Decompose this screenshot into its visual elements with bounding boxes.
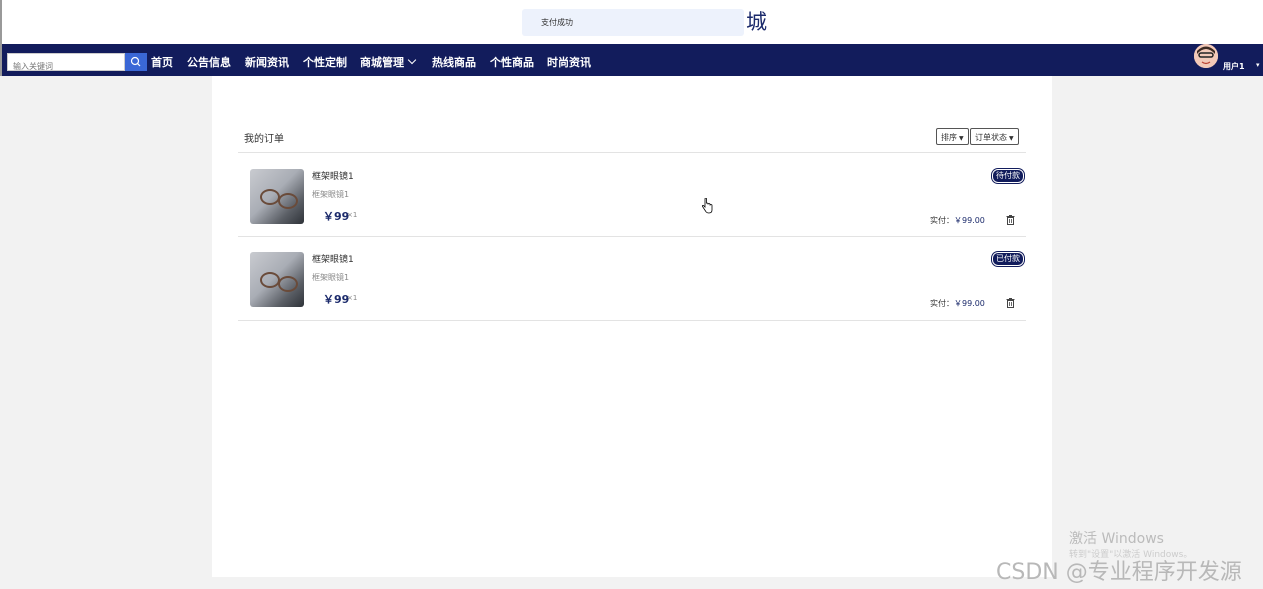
user-avatar-icon <box>1194 44 1218 68</box>
order-status-dropdown-label: 订单状态 <box>975 133 1007 142</box>
product-image[interactable] <box>250 252 304 307</box>
paid-label: 实付： <box>930 216 954 225</box>
nav-item-news[interactable]: 新闻资讯 <box>245 54 289 70</box>
paid-amount: 实付：￥99.00 <box>930 215 985 226</box>
product-quantity: ×1 <box>347 211 358 219</box>
order-status-dropdown[interactable]: 订单状态 ▼ <box>970 128 1019 145</box>
nav-item-hot-products[interactable]: 热线商品 <box>432 54 476 70</box>
windows-activation-title: 激活 Windows <box>1069 531 1164 547</box>
search-button[interactable] <box>125 53 147 71</box>
chevron-down-icon <box>407 55 417 65</box>
nav-item-announcements[interactable]: 公告信息 <box>187 54 231 70</box>
toast-message: 支付成功 <box>541 18 573 27</box>
product-description: 框架眼镜1 <box>312 273 350 282</box>
nav-item-mall-management-label: 商城管理 <box>360 56 404 69</box>
hand-cursor-icon <box>701 198 713 214</box>
product-name[interactable]: 框架眼镜1 <box>312 252 354 265</box>
search-input[interactable] <box>13 59 123 74</box>
page-title: 我的订单 <box>244 134 284 145</box>
caret-down-icon: ▼ <box>959 135 964 142</box>
product-image[interactable] <box>250 169 304 224</box>
nav-item-home[interactable]: 首页 <box>151 54 173 70</box>
search-icon <box>130 56 141 67</box>
success-toast: 支付成功 <box>522 9 744 36</box>
product-price: ￥99 <box>323 293 350 306</box>
search-box <box>7 53 125 74</box>
nav-item-customize[interactable]: 个性定制 <box>303 54 347 70</box>
trash-icon[interactable] <box>1006 298 1015 308</box>
sort-dropdown-label: 排序 <box>941 133 957 142</box>
product-quantity: ×1 <box>347 294 358 302</box>
glasses-lens-shape <box>278 193 298 209</box>
divider <box>238 320 1026 321</box>
top-header: 支付成功 城 <box>0 0 1263 44</box>
glasses-lens-shape <box>260 189 280 205</box>
product-description: 框架眼镜1 <box>312 190 350 199</box>
paid-value: ￥99.00 <box>954 216 985 225</box>
sort-dropdown[interactable]: 排序 ▼ <box>936 128 969 145</box>
glasses-lens-shape <box>260 272 280 288</box>
user-menu-caret-icon[interactable]: ▾ <box>1256 61 1260 69</box>
status-badge: 待付款 <box>992 169 1024 183</box>
product-name[interactable]: 框架眼镜1 <box>312 169 354 182</box>
paid-value: ￥99.00 <box>954 299 985 308</box>
paid-label: 实付： <box>930 299 954 308</box>
paid-amount: 实付：￥99.00 <box>930 298 985 309</box>
divider <box>238 236 1026 237</box>
username[interactable]: 用户1 <box>1223 61 1245 72</box>
csdn-watermark: CSDN @专业程序开发源 <box>996 560 1242 585</box>
main-nav: 首页 公告信息 新闻资讯 个性定制 商城管理 热线商品 个性商品 时尚资讯 <box>0 44 1263 76</box>
divider <box>238 152 1026 153</box>
nav-item-personal-products[interactable]: 个性商品 <box>490 54 534 70</box>
nav-item-mall-management[interactable]: 商城管理 <box>360 54 417 70</box>
glasses-lens-shape <box>278 276 298 292</box>
status-badge: 已付款 <box>992 252 1024 266</box>
site-title: 城 <box>746 10 767 34</box>
caret-down-icon: ▼ <box>1009 135 1014 142</box>
trash-icon[interactable] <box>1006 215 1015 225</box>
avatar[interactable] <box>1194 44 1218 68</box>
nav-item-fashion-news[interactable]: 时尚资讯 <box>547 54 591 70</box>
product-price: ￥99 <box>323 210 350 223</box>
